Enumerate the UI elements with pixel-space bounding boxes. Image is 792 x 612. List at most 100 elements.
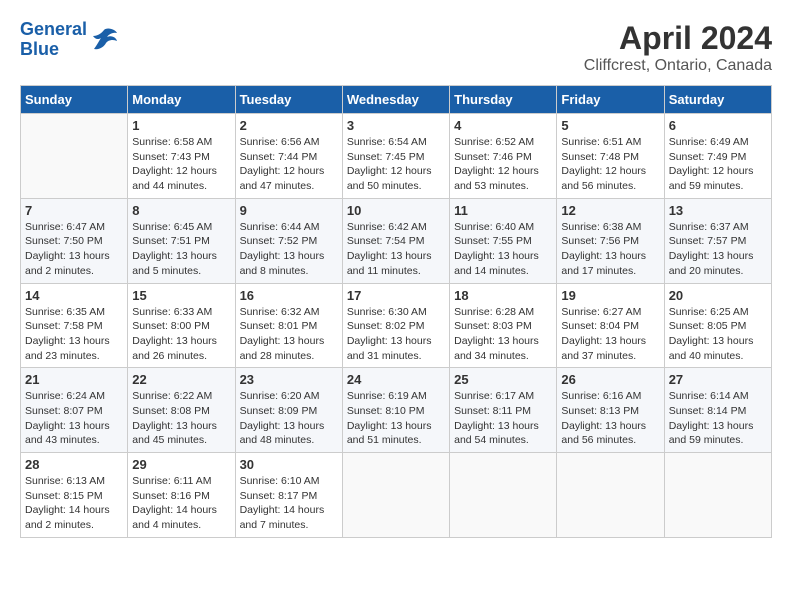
cell-content: Sunrise: 6:37 AM Sunset: 7:57 PM Dayligh… bbox=[669, 220, 767, 279]
calendar-cell: 27 Sunrise: 6:14 AM Sunset: 8:14 PM Dayli… bbox=[664, 368, 771, 453]
cell-content: Sunrise: 6:25 AM Sunset: 8:05 PM Dayligh… bbox=[669, 305, 767, 364]
calendar-cell: 4Sunrise: 6:52 AM Sunset: 7:46 PM Daylig… bbox=[450, 114, 557, 199]
day-number: 4 bbox=[454, 118, 552, 133]
cell-content: Sunrise: 6:56 AM Sunset: 7:44 PM Dayligh… bbox=[240, 135, 338, 194]
cell-content: Sunrise: 6:30 AM Sunset: 8:02 PM Dayligh… bbox=[347, 305, 445, 364]
cell-content: Sunrise: 6:33 AM Sunset: 8:00 PM Dayligh… bbox=[132, 305, 230, 364]
week-row: 28Sunrise: 6:13 AM Sunset: 8:15 PM Dayli… bbox=[21, 453, 772, 538]
day-number: 22 bbox=[132, 372, 230, 387]
day-number: 27 bbox=[669, 372, 767, 387]
logo-text: General Blue bbox=[20, 20, 87, 60]
calendar-cell: 25 Sunrise: 6:17 AM Sunset: 8:11 PM Dayli… bbox=[450, 368, 557, 453]
calendar-cell: 23Sunrise: 6:20 AM Sunset: 8:09 PM Dayli… bbox=[235, 368, 342, 453]
calendar-cell: 1 Sunrise: 6:58 AM Sunset: 7:43 PM Daylig… bbox=[128, 114, 235, 199]
calendar-cell bbox=[557, 453, 664, 538]
cell-content: Sunrise: 6:40 AM Sunset: 7:55 PM Dayligh… bbox=[454, 220, 552, 279]
week-row: 21 Sunrise: 6:24 AM Sunset: 8:07 PM Dayli… bbox=[21, 368, 772, 453]
cell-content: Sunrise: 6:54 AM Sunset: 7:45 PM Dayligh… bbox=[347, 135, 445, 194]
cell-content: Sunrise: 6:35 AM Sunset: 7:58 PM Dayligh… bbox=[25, 305, 123, 364]
weekday-header: Thursday bbox=[450, 86, 557, 114]
cell-content: Sunrise: 6:28 AM Sunset: 8:03 PM Dayligh… bbox=[454, 305, 552, 364]
cell-content: Sunrise: 6:24 AM Sunset: 8:07 PM Dayligh… bbox=[25, 389, 123, 448]
cell-content: Sunrise: 6:47 AM Sunset: 7:50 PM Dayligh… bbox=[25, 220, 123, 279]
title-block: April 2024 Cliffcrest, Ontario, Canada bbox=[584, 20, 772, 75]
cell-content: Sunrise: 6:13 AM Sunset: 8:15 PM Dayligh… bbox=[25, 474, 123, 533]
cell-content: Sunrise: 6:16 AM Sunset: 8:13 PM Dayligh… bbox=[561, 389, 659, 448]
day-number: 29 bbox=[132, 457, 230, 472]
calendar-cell: 9Sunrise: 6:44 AM Sunset: 7:52 PM Daylig… bbox=[235, 198, 342, 283]
cell-content: Sunrise: 6:51 AM Sunset: 7:48 PM Dayligh… bbox=[561, 135, 659, 194]
subtitle: Cliffcrest, Ontario, Canada bbox=[584, 57, 772, 75]
cell-content: Sunrise: 6:42 AM Sunset: 7:54 PM Dayligh… bbox=[347, 220, 445, 279]
cell-content: Sunrise: 6:17 AM Sunset: 8:11 PM Dayligh… bbox=[454, 389, 552, 448]
logo: General Blue bbox=[20, 20, 119, 60]
calendar-cell: 30 Sunrise: 6:10 AM Sunset: 8:17 PM Dayli… bbox=[235, 453, 342, 538]
day-number: 2 bbox=[240, 118, 338, 133]
day-number: 17 bbox=[347, 288, 445, 303]
day-number: 7 bbox=[25, 203, 123, 218]
cell-content: Sunrise: 6:20 AM Sunset: 8:09 PM Dayligh… bbox=[240, 389, 338, 448]
day-number: 18 bbox=[454, 288, 552, 303]
day-number: 26 bbox=[561, 372, 659, 387]
calendar-cell bbox=[450, 453, 557, 538]
calendar-cell: 14Sunrise: 6:35 AM Sunset: 7:58 PM Dayli… bbox=[21, 283, 128, 368]
cell-content: Sunrise: 6:14 AM Sunset: 8:14 PM Dayligh… bbox=[669, 389, 767, 448]
header-row: SundayMondayTuesdayWednesdayThursdayFrid… bbox=[21, 86, 772, 114]
calendar-cell: 24Sunrise: 6:19 AM Sunset: 8:10 PM Dayli… bbox=[342, 368, 449, 453]
day-number: 8 bbox=[132, 203, 230, 218]
calendar-cell: 26 Sunrise: 6:16 AM Sunset: 8:13 PM Dayli… bbox=[557, 368, 664, 453]
week-row: 1 Sunrise: 6:58 AM Sunset: 7:43 PM Daylig… bbox=[21, 114, 772, 199]
day-number: 19 bbox=[561, 288, 659, 303]
day-number: 9 bbox=[240, 203, 338, 218]
week-row: 14Sunrise: 6:35 AM Sunset: 7:58 PM Dayli… bbox=[21, 283, 772, 368]
main-title: April 2024 bbox=[584, 20, 772, 57]
day-number: 21 bbox=[25, 372, 123, 387]
day-number: 30 bbox=[240, 457, 338, 472]
cell-content: Sunrise: 6:27 AM Sunset: 8:04 PM Dayligh… bbox=[561, 305, 659, 364]
day-number: 6 bbox=[669, 118, 767, 133]
day-number: 10 bbox=[347, 203, 445, 218]
cell-content: Sunrise: 6:49 AM Sunset: 7:49 PM Dayligh… bbox=[669, 135, 767, 194]
calendar-cell: 20 Sunrise: 6:25 AM Sunset: 8:05 PM Dayli… bbox=[664, 283, 771, 368]
cell-content: Sunrise: 6:10 AM Sunset: 8:17 PM Dayligh… bbox=[240, 474, 338, 533]
calendar-cell: 16Sunrise: 6:32 AM Sunset: 8:01 PM Dayli… bbox=[235, 283, 342, 368]
calendar-cell bbox=[342, 453, 449, 538]
calendar-cell: 11 Sunrise: 6:40 AM Sunset: 7:55 PM Dayli… bbox=[450, 198, 557, 283]
weekday-header: Saturday bbox=[664, 86, 771, 114]
calendar-cell: 22Sunrise: 6:22 AM Sunset: 8:08 PM Dayli… bbox=[128, 368, 235, 453]
calendar-cell: 13 Sunrise: 6:37 AM Sunset: 7:57 PM Dayli… bbox=[664, 198, 771, 283]
calendar-cell: 3 Sunrise: 6:54 AM Sunset: 7:45 PM Daylig… bbox=[342, 114, 449, 199]
weekday-header: Wednesday bbox=[342, 86, 449, 114]
page-header: General Blue April 2024 Cliffcrest, Onta… bbox=[20, 20, 772, 75]
calendar-cell: 8 Sunrise: 6:45 AM Sunset: 7:51 PM Daylig… bbox=[128, 198, 235, 283]
weekday-header: Sunday bbox=[21, 86, 128, 114]
calendar-cell: 10 Sunrise: 6:42 AM Sunset: 7:54 PM Dayli… bbox=[342, 198, 449, 283]
calendar-cell bbox=[21, 114, 128, 199]
calendar-cell: 19 Sunrise: 6:27 AM Sunset: 8:04 PM Dayli… bbox=[557, 283, 664, 368]
day-number: 25 bbox=[454, 372, 552, 387]
cell-content: Sunrise: 6:45 AM Sunset: 7:51 PM Dayligh… bbox=[132, 220, 230, 279]
calendar-cell: 15 Sunrise: 6:33 AM Sunset: 8:00 PM Dayli… bbox=[128, 283, 235, 368]
week-row: 7 Sunrise: 6:47 AM Sunset: 7:50 PM Daylig… bbox=[21, 198, 772, 283]
calendar-cell: 29 Sunrise: 6:11 AM Sunset: 8:16 PM Dayli… bbox=[128, 453, 235, 538]
calendar-cell: 12Sunrise: 6:38 AM Sunset: 7:56 PM Dayli… bbox=[557, 198, 664, 283]
calendar-table: SundayMondayTuesdayWednesdayThursdayFrid… bbox=[20, 85, 772, 538]
calendar-cell: 7 Sunrise: 6:47 AM Sunset: 7:50 PM Daylig… bbox=[21, 198, 128, 283]
cell-content: Sunrise: 6:19 AM Sunset: 8:10 PM Dayligh… bbox=[347, 389, 445, 448]
calendar-cell: 17 Sunrise: 6:30 AM Sunset: 8:02 PM Dayli… bbox=[342, 283, 449, 368]
day-number: 3 bbox=[347, 118, 445, 133]
weekday-header: Friday bbox=[557, 86, 664, 114]
calendar-cell: 2 Sunrise: 6:56 AM Sunset: 7:44 PM Daylig… bbox=[235, 114, 342, 199]
cell-content: Sunrise: 6:32 AM Sunset: 8:01 PM Dayligh… bbox=[240, 305, 338, 364]
day-number: 5 bbox=[561, 118, 659, 133]
day-number: 11 bbox=[454, 203, 552, 218]
cell-content: Sunrise: 6:11 AM Sunset: 8:16 PM Dayligh… bbox=[132, 474, 230, 533]
day-number: 13 bbox=[669, 203, 767, 218]
logo-bird-icon bbox=[89, 25, 119, 55]
day-number: 20 bbox=[669, 288, 767, 303]
cell-content: Sunrise: 6:58 AM Sunset: 7:43 PM Dayligh… bbox=[132, 135, 230, 194]
day-number: 15 bbox=[132, 288, 230, 303]
calendar-cell: 6 Sunrise: 6:49 AM Sunset: 7:49 PM Daylig… bbox=[664, 114, 771, 199]
day-number: 1 bbox=[132, 118, 230, 133]
calendar-cell bbox=[664, 453, 771, 538]
